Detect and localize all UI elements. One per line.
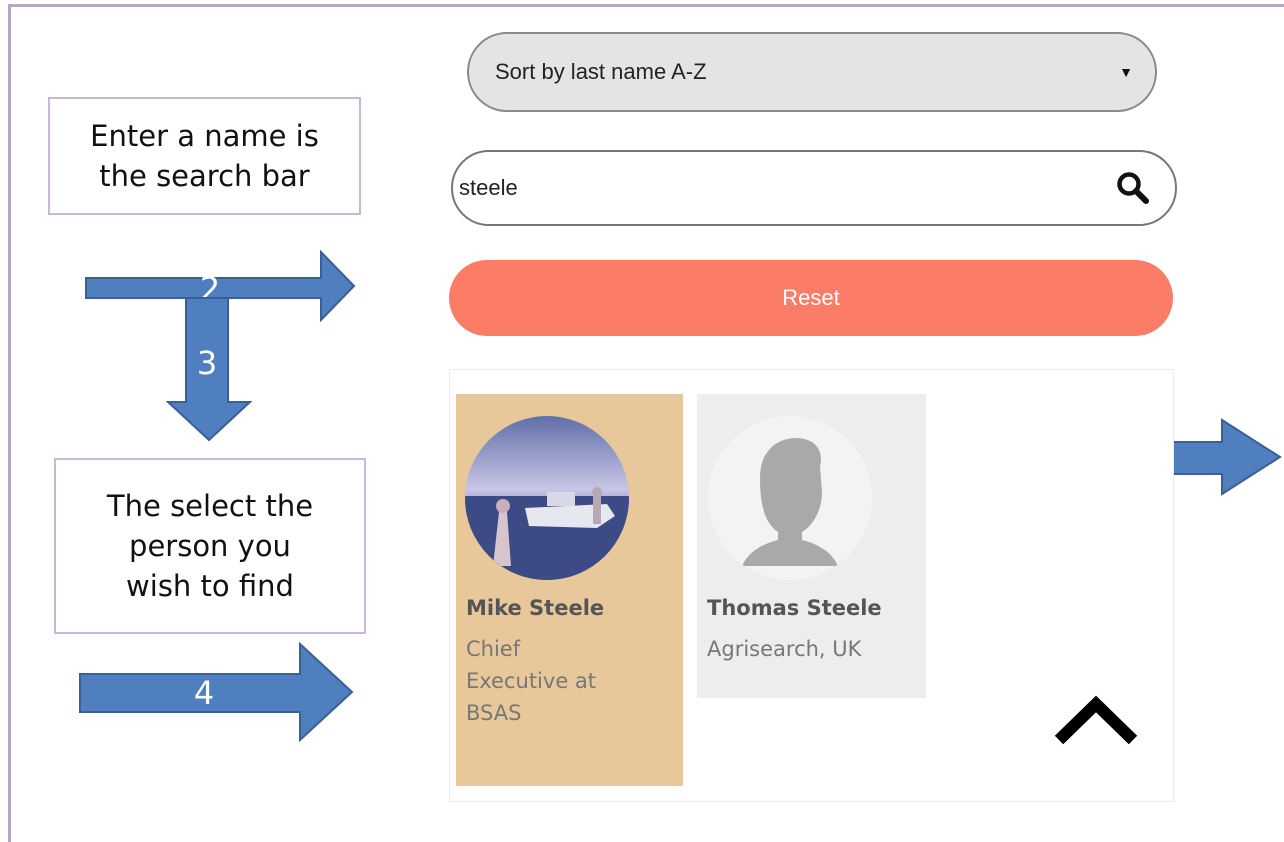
sort-selected-label: Sort by last name A-Z <box>495 59 707 84</box>
person-card-mike-steele[interactable]: Mike Steele Chief Executive at BSAS <box>456 394 683 786</box>
person-name: Thomas Steele <box>707 596 882 620</box>
instruction-text-select: The select the person you wish to find <box>106 489 314 603</box>
search-bar <box>451 150 1177 226</box>
person-role: Agrisearch, UK <box>707 637 862 661</box>
arrow-3-label: 3 <box>196 344 218 382</box>
frame-border-left <box>8 4 11 842</box>
search-icon[interactable] <box>1113 168 1153 208</box>
frame-border-top <box>8 4 1284 7</box>
avatar-placeholder-icon <box>708 416 872 580</box>
caret-down-icon: ▼ <box>1119 64 1133 80</box>
instruction-text-search: Enter a name is the search bar <box>90 119 319 193</box>
person-name: Mike Steele <box>466 596 605 620</box>
person-role: Chief Executive at BSAS <box>466 637 597 725</box>
instruction-callout-select: The select the person you wish to find <box>54 458 366 634</box>
instruction-callout-search: Enter a name is the search bar <box>48 97 361 215</box>
sort-dropdown[interactable]: Sort by last name A-Z ▼ <box>467 32 1157 112</box>
avatar-photo <box>465 416 629 580</box>
chevron-up-icon[interactable] <box>1053 694 1139 746</box>
reset-button[interactable]: Reset <box>449 260 1173 336</box>
search-input[interactable] <box>459 175 1113 201</box>
person-card-thomas-steele[interactable]: Thomas Steele Agrisearch, UK <box>697 394 926 698</box>
arrow-4-label: 4 <box>193 674 215 712</box>
